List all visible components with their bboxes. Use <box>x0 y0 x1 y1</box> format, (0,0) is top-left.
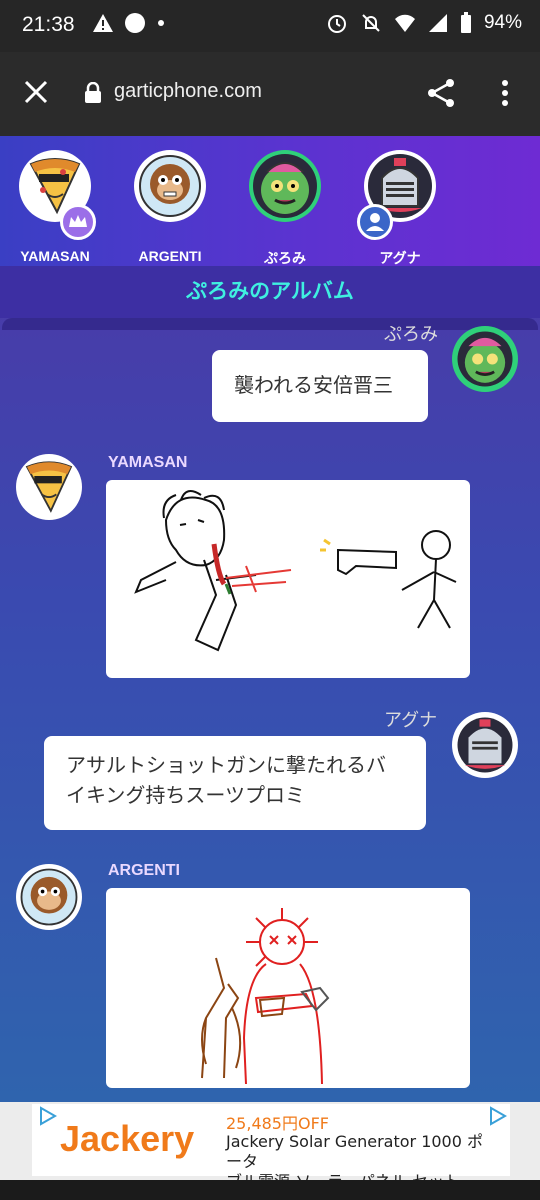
player-name: ARGENTI <box>138 248 202 264</box>
mute-icon <box>362 14 380 32</box>
lock-icon <box>85 82 101 103</box>
share-icon[interactable] <box>426 78 456 108</box>
signal-icon <box>428 14 447 32</box>
wifi-icon <box>394 14 415 32</box>
ad-brand-logo[interactable]: Jackery <box>60 1118 194 1160</box>
close-icon[interactable] <box>22 78 50 106</box>
avatar <box>452 326 518 392</box>
avatar <box>16 864 82 930</box>
entry-author: ぷろみ <box>384 324 438 345</box>
entry-author: アグナ <box>384 710 438 731</box>
crown-icon <box>60 204 96 240</box>
ad-choices-icon[interactable] <box>488 1106 508 1126</box>
warning-icon <box>93 14 113 32</box>
entry-author: ARGENTI <box>108 862 180 879</box>
user-icon <box>357 204 393 240</box>
text-bubble: アサルトショットガンに撃たれるバ イキング持ちスーツプロミ <box>44 736 426 830</box>
drawing-canvas <box>134 490 457 652</box>
player-name: ぷろみ <box>264 250 306 266</box>
ad-price[interactable]: 25,485円OFF <box>226 1110 329 1134</box>
album-panel: ぷろみのアルバム ぷろみ 襲われる安倍晋三 YAMASAN アグナ アサルトショ… <box>0 266 540 1102</box>
bubble-text: アサルトショットガンに撃たれるバ イキング持ちスーツプロミ <box>66 753 386 807</box>
status-bar: 21:38 94% <box>0 0 540 52</box>
avatar <box>452 712 518 778</box>
zombie-avatar-icon <box>457 331 513 387</box>
monkey-astronaut-avatar-icon <box>139 155 201 217</box>
avatar <box>16 454 82 520</box>
drawing-card <box>106 480 470 678</box>
battery-percent: 94% <box>483 12 522 33</box>
navigation-bar <box>0 1180 540 1200</box>
text-bubble: 襲われる安倍晋三 <box>212 350 428 422</box>
players-bar: YAMASAN ARGENTI ぷろみ アグナ <box>0 136 540 266</box>
pizza-avatar-icon <box>25 461 73 513</box>
player-name: YAMASAN <box>20 248 90 264</box>
battery-icon <box>460 12 471 33</box>
player-name: アグナ <box>379 250 421 266</box>
monkey-astronaut-avatar-icon <box>20 868 78 926</box>
alarm-icon <box>327 15 346 33</box>
dot-icon <box>158 20 164 26</box>
avatar <box>134 150 206 222</box>
browser-toolbar: garticphone.com <box>0 52 540 136</box>
drawing-canvas <box>201 908 330 1085</box>
url-text[interactable]: garticphone.com <box>114 80 262 103</box>
circle-icon <box>125 13 145 33</box>
drawing-card <box>106 888 470 1088</box>
status-time: 21:38 <box>22 13 75 36</box>
avatar <box>249 150 321 222</box>
knight-avatar-icon <box>457 717 513 773</box>
bubble-text: 襲われる安倍晋三 <box>234 373 393 397</box>
more-vert-icon[interactable] <box>495 78 515 108</box>
entry-author: YAMASAN <box>108 454 188 471</box>
ad-choices-icon[interactable] <box>38 1106 58 1126</box>
zombie-avatar-icon <box>253 154 317 218</box>
album-title: ぷろみのアルバム <box>0 266 540 318</box>
